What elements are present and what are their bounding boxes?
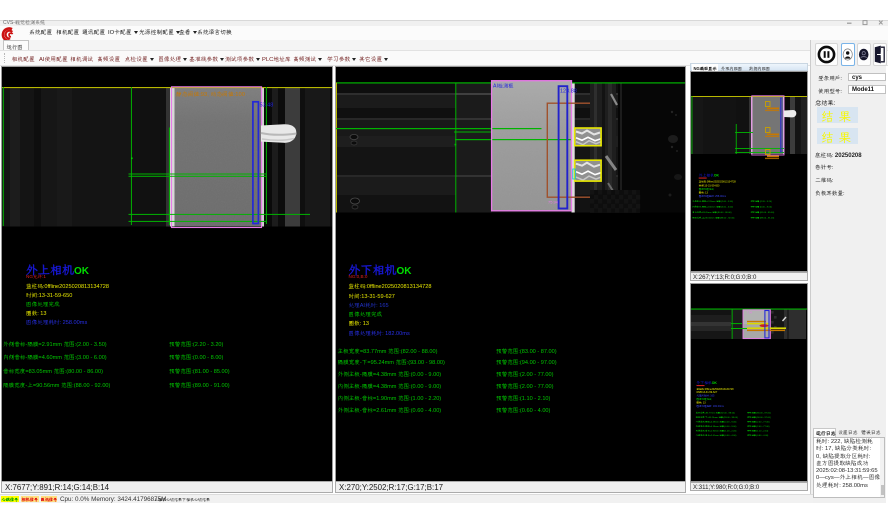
svg-text:7.94: 7.94 — [747, 311, 753, 315]
svg-text:预警范围:(2.00 - 77.00): 预警范围:(2.00 - 77.00) — [747, 419, 770, 423]
svg-text:音标宽度=83.05mm 范围:(80.00 - 86.00: 音标宽度=83.05mm 范围:(80.00 - 86.00) — [692, 211, 731, 214]
svg-text:预警范围:(1.10 - 2.10): 预警范围:(1.10 - 2.10) — [747, 429, 769, 433]
svg-text:内侧主板-隔膜=4.38mm 范围:(0.00 - 9.00: 内侧主板-隔膜=4.38mm 范围:(0.00 - 9.00) — [696, 424, 737, 428]
svg-text:蓝柱码:0ffline2025020813134728: 蓝柱码:0ffline2025020813134728 — [699, 180, 737, 184]
svg-text:预警范围:(83.00 - 87.00): 预警范围:(83.00 - 87.00) — [747, 410, 771, 414]
svg-text:隔膜宽度-下=95.24mm 范围:(93.00 - 98.: 隔膜宽度-下=95.24mm 范围:(93.00 - 98.00) — [696, 415, 738, 419]
svg-text:预警范围:(89.00 - 91.00): 预警范围:(89.00 - 91.00) — [751, 215, 775, 219]
svg-text:外侧主板-音标=2.61mm 范围:(0.60 - 4.00: 外侧主板-音标=2.61mm 范围:(0.60 - 4.00) — [695, 433, 737, 437]
svg-text:时间:13-31-59-627: 时间:13-31-59-627 — [696, 390, 718, 394]
svg-text:内侧音标-隔膜=4.60mm 范围:(3.00 - 6.00: 内侧音标-隔膜=4.60mm 范围:(3.00 - 6.00) — [692, 204, 733, 208]
svg-text:预警范围:(0.00 - 8.00): 预警范围:(0.00 - 8.00) — [751, 204, 773, 208]
svg-text:外下相机OK: 外下相机OK — [697, 380, 718, 385]
svg-text:预警范围:(94.00 - 97.00): 预警范围:(94.00 - 97.00) — [747, 415, 771, 419]
svg-text:预警范围:(81.00 - 85.00): 预警范围:(81.00 - 85.00) — [751, 210, 775, 214]
svg-text:预警范围:(2.00 - 77.00): 预警范围:(2.00 - 77.00) — [747, 424, 770, 428]
svg-text:圈数: 13: 圈数: 13 — [699, 191, 709, 195]
svg-text:静态阈值:93, 动态阈值:100: 静态阈值:93, 动态阈值:100 — [175, 91, 245, 98]
svg-text:外侧音标-隔膜=2.91mm 范围:(2.00 - 3.50: 外侧音标-隔膜=2.91mm 范围:(2.00 - 3.50) — [691, 199, 733, 203]
svg-text:处理AI耗时: 165: 处理AI耗时: 165 — [696, 394, 716, 398]
svg-text:图像处理完成: 图像处理完成 — [699, 187, 715, 191]
svg-text:蓝柱码:0ffline2025020813134728: 蓝柱码:0ffline2025020813134728 — [697, 387, 735, 391]
svg-text:内侧主板-音标=1.90mm 范围:(1.00 - 2.20: 内侧主板-音标=1.90mm 范围:(1.00 - 2.20) — [696, 430, 737, 433]
svg-text:图像处理耗时: 258.00ms: 图像处理耗时: 258.00ms — [699, 194, 727, 198]
svg-text:75.94: 75.94 — [548, 200, 559, 205]
svg-text:预警范围:(2.20 - 3.20): 预警范围:(2.20 - 3.20) — [751, 199, 773, 203]
svg-text:圈数: 13: 圈数: 13 — [697, 400, 707, 404]
svg-text:123.88: 123.88 — [560, 89, 577, 95]
svg-text:预警范围:(0.60 - 4.00): 预警范围:(0.60 - 4.00) — [747, 433, 769, 437]
svg-text:主板宽度=83.77mm 范围:(82.00 - 88.00: 主板宽度=83.77mm 范围:(82.00 - 88.00) — [696, 411, 735, 414]
svg-text:外侧主板-隔膜=4.38mm 范围:(0.00 - 9.00: 外侧主板-隔膜=4.38mm 范围:(0.00 - 9.00) — [695, 419, 737, 423]
svg-text:外上相机OK: 外上相机OK — [699, 173, 720, 178]
svg-text:AI检测框: AI检测框 — [493, 83, 514, 90]
svg-text:时间:13-31-59-650: 时间:13-31-59-650 — [698, 183, 720, 187]
svg-text:隔膜宽度-上=90.56mm 范围:(88.00 - 92.: 隔膜宽度-上=90.56mm 范围:(88.00 - 92.00) — [692, 215, 734, 219]
svg-text:53.48: 53.48 — [260, 103, 274, 109]
svg-text:图像处理完成: 图像处理完成 — [697, 397, 713, 401]
svg-text:图像处理耗时: 182.00ms: 图像处理耗时: 182.00ms — [697, 404, 725, 408]
